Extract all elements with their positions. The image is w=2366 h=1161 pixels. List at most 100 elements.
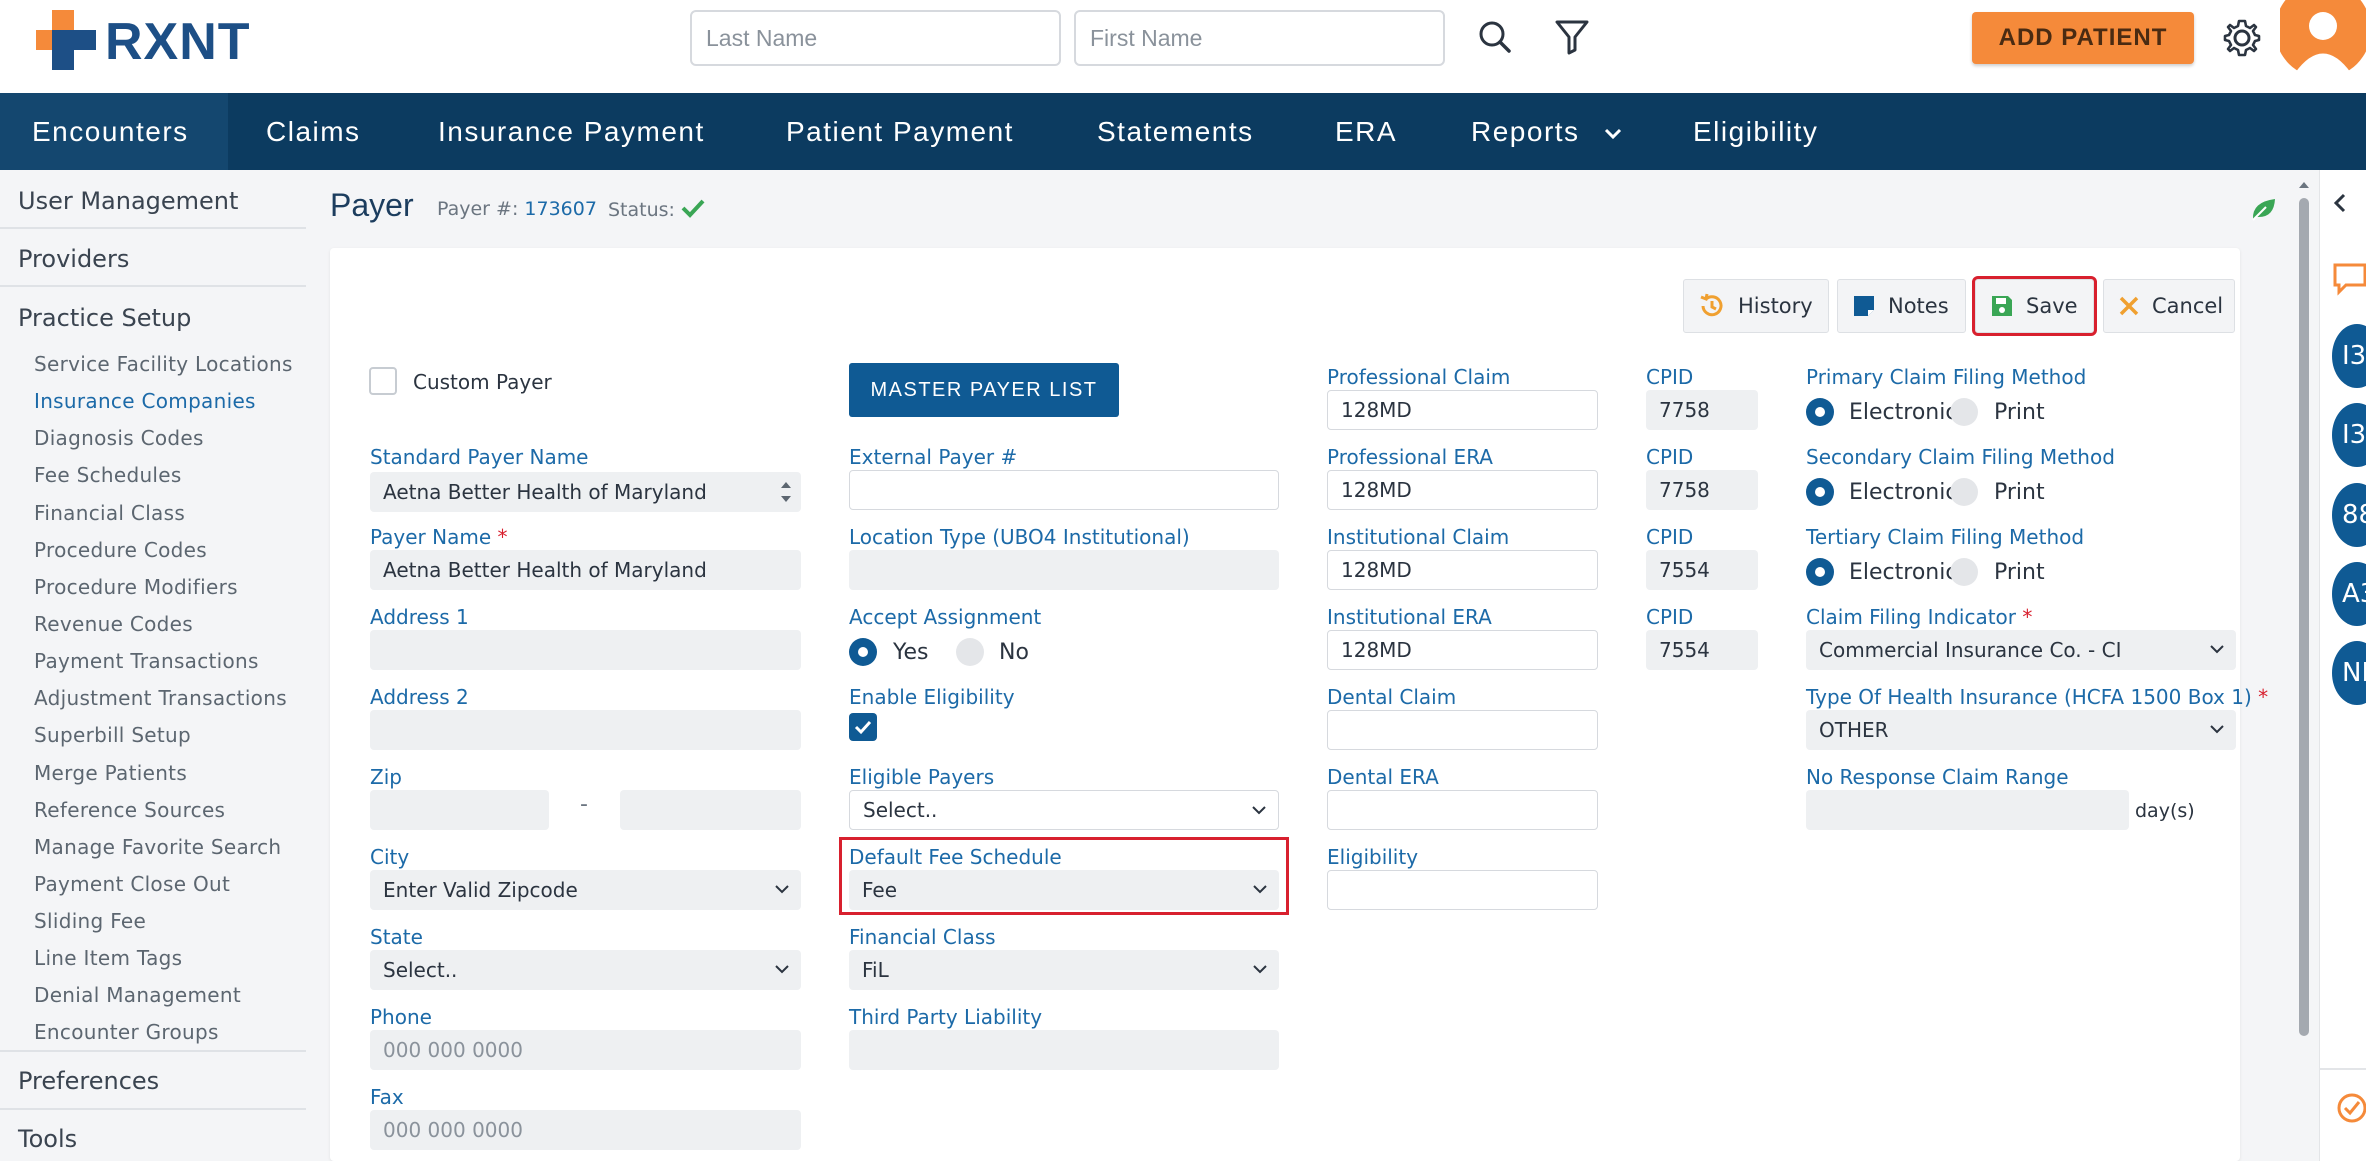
nav-statements[interactable]: Statements — [1097, 93, 1254, 170]
phone-field[interactable]: 000 000 0000 — [370, 1030, 801, 1070]
nav-claims[interactable]: Claims — [266, 93, 361, 170]
notes-button[interactable]: Notes — [1837, 279, 1966, 333]
rxnt-logo-icon[interactable] — [36, 10, 96, 70]
add-patient-button[interactable]: ADD PATIENT — [1972, 12, 2194, 64]
rail-bubble[interactable]: I3 — [2332, 324, 2366, 388]
sidebar-section-preferences[interactable]: Preferences — [18, 1067, 159, 1095]
save-button[interactable]: Save — [1972, 276, 2097, 336]
scroll-up-icon[interactable] — [2296, 179, 2312, 191]
eligible-payers-select[interactable]: Select.. — [849, 790, 1279, 830]
sidebar-section-user-management[interactable]: User Management — [18, 187, 238, 215]
custom-payer-checkbox[interactable] — [369, 367, 397, 395]
professional-claim-field[interactable]: 128MD — [1327, 390, 1598, 430]
sidebar-item-encounter-groups[interactable]: Encounter Groups — [34, 1020, 219, 1044]
state-select[interactable]: Select.. — [370, 950, 801, 990]
nav-reports[interactable]: Reports — [1471, 93, 1623, 170]
nav-insurance-payment[interactable]: Insurance Payment — [438, 93, 705, 170]
zip-ext-field[interactable] — [620, 790, 801, 830]
dental-era-field[interactable] — [1327, 790, 1598, 830]
chevron-left-icon[interactable] — [2330, 192, 2350, 214]
address1-field[interactable] — [370, 630, 801, 670]
sidebar-item-fee-schedules[interactable]: Fee Schedules — [34, 463, 182, 487]
gear-icon[interactable] — [2221, 17, 2263, 59]
cpid-field[interactable]: 7758 — [1646, 470, 1758, 510]
financial-class-select[interactable]: FiL — [849, 950, 1279, 990]
sidebar-item-diagnosis-codes[interactable]: Diagnosis Codes — [34, 426, 204, 450]
sidebar-item-payment-transactions[interactable]: Payment Transactions — [34, 649, 259, 673]
sidebar-item-payment-close-out[interactable]: Payment Close Out — [34, 872, 230, 896]
cancel-button[interactable]: Cancel — [2103, 279, 2235, 333]
sidebar-item-service-facility-locations[interactable]: Service Facility Locations — [34, 352, 293, 376]
task-check-icon[interactable] — [2334, 1090, 2366, 1126]
location-type-label: Location Type (UBO4 Institutional) — [849, 525, 1190, 549]
scrollbar-thumb[interactable] — [2299, 198, 2309, 1036]
last-name-input[interactable] — [690, 10, 1061, 66]
rail-bubble[interactable]: A3 — [2332, 562, 2366, 626]
sidebar-item-adjustment-transactions[interactable]: Adjustment Transactions — [34, 686, 287, 710]
nav-reports-label: Reports — [1471, 116, 1580, 147]
sidebar-item-financial-class[interactable]: Financial Class — [34, 501, 185, 525]
sidebar-item-reference-sources[interactable]: Reference Sources — [34, 798, 225, 822]
cpid-field[interactable]: 7554 — [1646, 550, 1758, 590]
history-button[interactable]: History — [1683, 279, 1829, 333]
tertiary-print-radio[interactable] — [1950, 558, 1978, 586]
sidebar-item-manage-favorite-search[interactable]: Manage Favorite Search — [34, 835, 281, 859]
rail-bubble[interactable]: I3 — [2332, 403, 2366, 467]
primary-electronic-radio[interactable] — [1806, 398, 1834, 426]
external-payer-field[interactable] — [849, 470, 1279, 510]
sidebar-item-denial-management[interactable]: Denial Management — [34, 983, 241, 1007]
nav-eligibility[interactable]: Eligibility — [1693, 93, 1818, 170]
standard-payer-name-field[interactable]: Aetna Better Health of Maryland — [370, 472, 801, 512]
professional-era-field[interactable]: 128MD — [1327, 470, 1598, 510]
search-icon[interactable] — [1474, 16, 1516, 58]
secondary-electronic-radio[interactable] — [1806, 478, 1834, 506]
nav-patient-payment[interactable]: Patient Payment — [786, 93, 1014, 170]
default-fee-schedule-select[interactable]: Fee — [849, 870, 1279, 910]
no-response-field[interactable] — [1806, 790, 2129, 830]
sidebar-item-sliding-fee[interactable]: Sliding Fee — [34, 909, 146, 933]
cpid-field[interactable]: 7758 — [1646, 390, 1758, 430]
sidebar-section-providers[interactable]: Providers — [18, 245, 129, 273]
spinner-arrows-icon[interactable] — [779, 478, 793, 506]
fax-field[interactable]: 000 000 0000 — [370, 1110, 801, 1150]
accept-assignment-no-radio[interactable] — [956, 638, 984, 666]
institutional-era-field[interactable]: 128MD — [1327, 630, 1598, 670]
filter-icon[interactable] — [1551, 16, 1593, 58]
sidebar-item-insurance-companies[interactable]: Insurance Companies — [34, 389, 256, 413]
address2-field[interactable] — [370, 710, 801, 750]
institutional-claim-field[interactable]: 128MD — [1327, 550, 1598, 590]
sidebar-section-tools[interactable]: Tools — [18, 1125, 77, 1153]
third-party-liability-field[interactable] — [849, 1030, 1279, 1070]
sidebar-item-superbill-setup[interactable]: Superbill Setup — [34, 723, 191, 747]
primary-print-radio[interactable] — [1950, 398, 1978, 426]
location-type-field[interactable] — [849, 550, 1279, 590]
city-select[interactable]: Enter Valid Zipcode — [370, 870, 801, 910]
sidebar-item-procedure-codes[interactable]: Procedure Codes — [34, 538, 207, 562]
sidebar-item-procedure-modifiers[interactable]: Procedure Modifiers — [34, 575, 238, 599]
sidebar-item-revenue-codes[interactable]: Revenue Codes — [34, 612, 193, 636]
nav-encounters[interactable]: Encounters — [0, 93, 228, 170]
enable-eligibility-checkbox[interactable] — [849, 713, 877, 741]
scrollbar[interactable] — [2296, 176, 2312, 1161]
claim-filing-indicator-select[interactable]: Commercial Insurance Co. - CI — [1806, 630, 2236, 670]
first-name-input[interactable] — [1074, 10, 1445, 66]
type-health-insurance-select[interactable]: OTHER — [1806, 710, 2236, 750]
sidebar-section-practice-setup[interactable]: Practice Setup — [18, 304, 191, 332]
rail-bubble[interactable]: NE — [2332, 641, 2366, 705]
eligibility-field[interactable] — [1327, 870, 1598, 910]
chat-icon[interactable] — [2332, 262, 2366, 296]
sidebar-item-merge-patients[interactable]: Merge Patients — [34, 761, 187, 785]
secondary-print-radio[interactable] — [1950, 478, 1978, 506]
leaf-icon[interactable] — [2250, 196, 2278, 222]
cpid-field[interactable]: 7554 — [1646, 630, 1758, 670]
payer-name-field[interactable]: Aetna Better Health of Maryland — [370, 550, 801, 590]
master-payer-list-button[interactable]: MASTER PAYER LIST — [849, 363, 1119, 417]
zip-field[interactable] — [370, 790, 549, 830]
accept-assignment-yes-radio[interactable] — [849, 638, 877, 666]
dental-claim-field[interactable] — [1327, 710, 1598, 750]
user-avatar[interactable] — [2280, 0, 2366, 73]
rail-bubble[interactable]: 88 — [2332, 483, 2366, 547]
sidebar-item-line-item-tags[interactable]: Line Item Tags — [34, 946, 182, 970]
nav-era[interactable]: ERA — [1335, 93, 1397, 170]
tertiary-electronic-radio[interactable] — [1806, 558, 1834, 586]
